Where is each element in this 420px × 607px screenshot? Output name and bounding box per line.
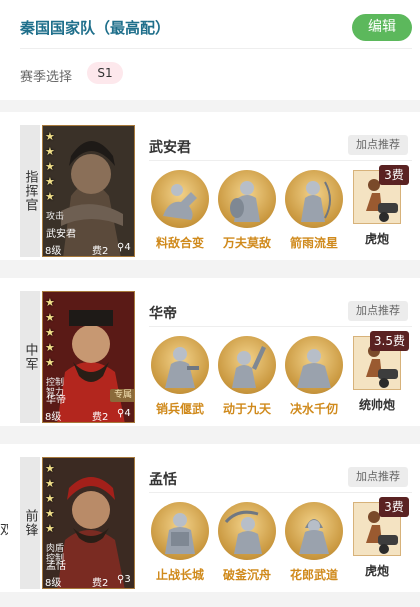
hero-card-vanguard: 前锋 ★ ★ ★ ★ ★ 肉盾 控制 孟恬 8级 费2 ⚲3 孟恬 加点推荐 止… bbox=[0, 444, 420, 592]
skill-name: 料敌合变 bbox=[155, 236, 204, 250]
star-rating: ★ ★ ★ ★ ★ bbox=[45, 296, 57, 370]
hero-level: 8级 bbox=[45, 412, 62, 423]
warrior-kneel-icon bbox=[285, 336, 343, 394]
star-icon: ★ bbox=[45, 477, 55, 490]
unit-slot[interactable]: 3费 虎炮 bbox=[353, 165, 409, 247]
star-icon: ★ bbox=[45, 341, 55, 354]
star-icon: ★ bbox=[45, 462, 55, 475]
skill-slot[interactable]: 销兵偃武 bbox=[149, 336, 211, 417]
star-icon: ★ bbox=[45, 296, 55, 309]
star-rating: ★ ★ ★ ★ ★ bbox=[45, 130, 57, 204]
team-title: 秦国国家队（最高配） bbox=[20, 19, 171, 37]
card-divider bbox=[149, 492, 412, 493]
star-icon: ★ bbox=[45, 190, 55, 203]
skill-name: 止战长城 bbox=[155, 568, 204, 582]
shield-warrior-icon bbox=[218, 170, 276, 228]
unit-name: 统帅炮 bbox=[358, 398, 395, 412]
hero-level: 8级 bbox=[45, 246, 62, 257]
edge-text-fragment: 双 bbox=[0, 523, 8, 538]
raised-arm-icon bbox=[218, 336, 276, 394]
star-icon: ★ bbox=[45, 522, 55, 535]
header-divider bbox=[20, 48, 412, 49]
star-icon: ★ bbox=[45, 145, 55, 158]
hero-cost: 费2 bbox=[92, 412, 109, 423]
hero-level: 8级 bbox=[45, 578, 62, 589]
skill-name: 破釜沉舟 bbox=[222, 568, 271, 582]
hero-card-center: 中军 ★ ★ ★ ★ ★ 控制 智力 专属 华帝 8级 费2 ⚲4 华帝 加点推… bbox=[0, 278, 420, 426]
skill-name: 销兵偃武 bbox=[155, 402, 204, 416]
portrait-hero-name: 孟恬 bbox=[46, 561, 66, 572]
cost-badge: 3费 bbox=[379, 497, 409, 517]
season-chip[interactable]: S1 bbox=[87, 62, 123, 84]
team-header: 秦国国家队（最高配） 编辑 赛季选择 S1 bbox=[0, 0, 420, 100]
skill-name: 箭雨流星 bbox=[289, 236, 338, 250]
skill-slot[interactable]: 料敌合变 bbox=[149, 170, 211, 251]
hero-name: 武安君 bbox=[149, 140, 191, 156]
portrait-hero-name: 武安君 bbox=[46, 229, 76, 240]
hero-portrait[interactable]: ★ ★ ★ ★ ★ 攻击 武安君 8级 费2 ⚲4 bbox=[42, 125, 135, 257]
role-tab: 前锋 bbox=[20, 457, 40, 589]
unit-name: 虎炮 bbox=[364, 564, 389, 578]
armored-guard-icon bbox=[151, 502, 209, 560]
star-icon: ★ bbox=[45, 356, 55, 369]
card-divider bbox=[149, 160, 412, 161]
star-icon: ★ bbox=[45, 492, 55, 505]
hero-card-commander: 指挥官 ★ ★ ★ ★ ★ 攻击 武安君 8级 费2 ⚲4 武安君 加点推荐 料… bbox=[0, 112, 420, 260]
role-tab: 指挥官 bbox=[20, 125, 40, 257]
star-icon: ★ bbox=[45, 311, 55, 324]
hero-range: ⚲3 bbox=[117, 574, 131, 585]
star-icon: ★ bbox=[45, 326, 55, 339]
skill-slot[interactable]: 破釜沉舟 bbox=[216, 502, 278, 583]
hero-range: ⚲4 bbox=[117, 408, 131, 419]
hero-range: ⚲4 bbox=[117, 242, 131, 253]
skill-name: 动于九天 bbox=[222, 402, 271, 416]
hero-name: 华帝 bbox=[149, 306, 177, 322]
unit-slot[interactable]: 3费 虎炮 bbox=[353, 497, 409, 579]
exclusive-badge: 专属 bbox=[110, 389, 134, 402]
hero-name: 孟恬 bbox=[149, 472, 177, 488]
skill-name: 花郎武道 bbox=[289, 568, 338, 582]
skill-name: 决水千仞 bbox=[289, 402, 338, 416]
hooded-fighter-icon bbox=[285, 502, 343, 560]
sword-swing-icon bbox=[218, 502, 276, 560]
star-icon: ★ bbox=[45, 130, 55, 143]
star-icon: ★ bbox=[45, 175, 55, 188]
horseman-icon bbox=[151, 170, 209, 228]
hero-tags: 攻击 bbox=[46, 212, 65, 222]
unit-name: 虎炮 bbox=[364, 232, 389, 246]
portrait-hero-name: 华帝 bbox=[46, 395, 66, 406]
skill-slot[interactable]: 决水千仞 bbox=[283, 336, 345, 417]
star-rating: ★ ★ ★ ★ ★ bbox=[45, 462, 57, 536]
skill-slot[interactable]: 万夫莫敌 bbox=[216, 170, 278, 251]
skill-slot[interactable]: 止战长城 bbox=[149, 502, 211, 583]
cost-badge: 3.5费 bbox=[369, 331, 409, 351]
card-divider bbox=[149, 326, 412, 327]
skill-slot[interactable]: 箭雨流星 bbox=[283, 170, 345, 251]
hero-cost: 费2 bbox=[92, 246, 109, 257]
hero-portrait[interactable]: ★ ★ ★ ★ ★ 肉盾 控制 孟恬 8级 费2 ⚲3 bbox=[42, 457, 135, 589]
recommend-points-button[interactable]: 加点推荐 bbox=[348, 135, 408, 155]
recommend-points-button[interactable]: 加点推荐 bbox=[348, 301, 408, 321]
recommend-points-button[interactable]: 加点推荐 bbox=[348, 467, 408, 487]
scholar-icon bbox=[151, 336, 209, 394]
archer-icon bbox=[285, 170, 343, 228]
skill-slot[interactable]: 花郎武道 bbox=[283, 502, 345, 583]
edit-button[interactable]: 编辑 bbox=[352, 14, 412, 41]
star-icon: ★ bbox=[45, 507, 55, 520]
star-icon: ★ bbox=[45, 160, 55, 173]
role-tab: 中军 bbox=[20, 291, 40, 423]
cost-badge: 3费 bbox=[379, 165, 409, 185]
hero-portrait[interactable]: ★ ★ ★ ★ ★ 控制 智力 专属 华帝 8级 费2 ⚲4 bbox=[42, 291, 135, 423]
skill-slot[interactable]: 动于九天 bbox=[216, 336, 278, 417]
unit-slot[interactable]: 3.5费 统帅炮 bbox=[353, 331, 409, 413]
skill-name: 万夫莫敌 bbox=[222, 236, 271, 250]
season-label: 赛季选择 bbox=[20, 70, 73, 85]
hero-cost: 费2 bbox=[92, 578, 109, 589]
